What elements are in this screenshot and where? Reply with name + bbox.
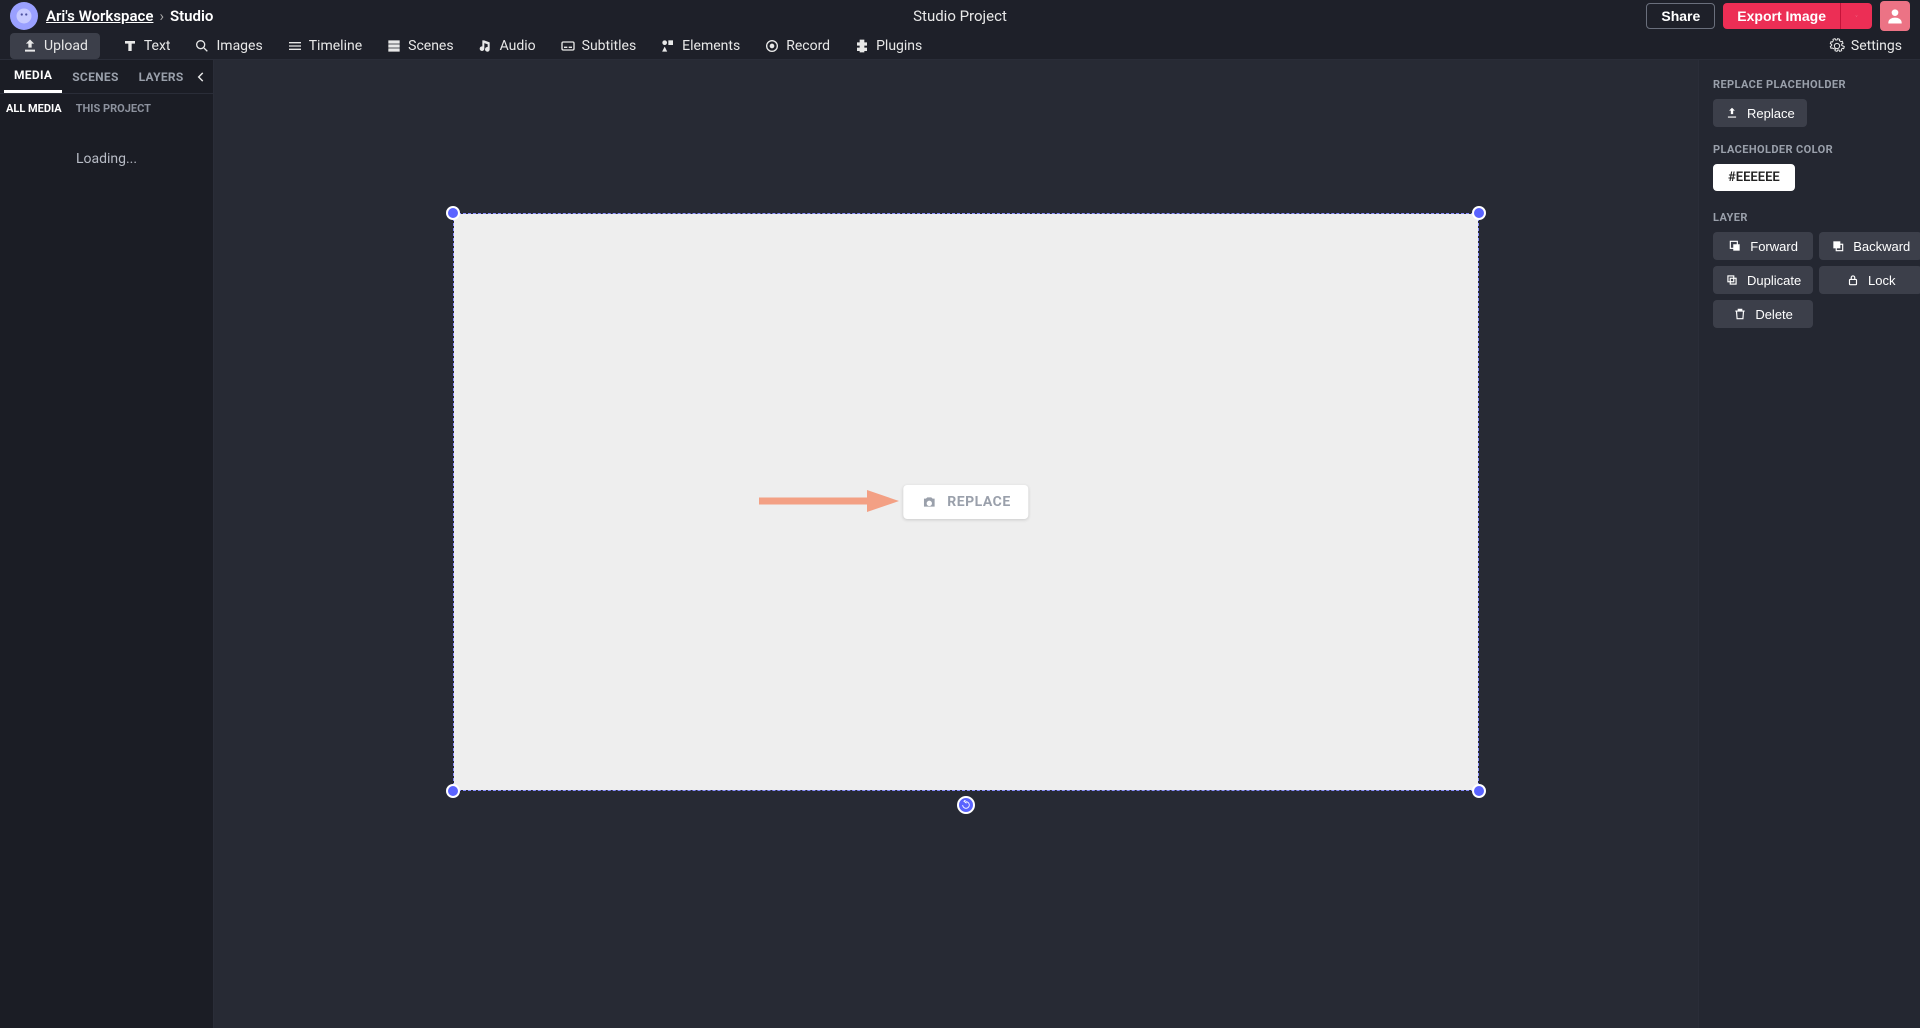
record-label: Record [786,38,830,54]
duplicate-icon [1725,273,1739,287]
audio-label: Audio [500,38,536,54]
bring-forward-icon [1728,239,1742,253]
upload-icon [1725,106,1739,120]
user-icon [1885,6,1905,26]
replace-button[interactable]: Replace [1713,99,1807,127]
tab-layers[interactable]: LAYERS [129,60,194,93]
layer-delete-button[interactable]: Delete [1713,300,1813,328]
rotate-handle[interactable] [957,796,975,814]
color-value-chip[interactable]: #EEEEEE [1713,164,1795,191]
settings-button[interactable]: Settings [1821,32,1910,59]
timeline-tool[interactable]: Timeline [275,32,374,59]
main-toolbar: Upload Text Images Timeline Scenes Audio… [0,32,1920,60]
canvas-area[interactable]: REPLACE [214,60,1698,1028]
resize-handle-tr[interactable] [1472,206,1486,220]
record-tool[interactable]: Record [752,32,842,59]
app-header: Ari's Workspace › Studio Studio Project … [0,0,1920,32]
section-layer: LAYER [1713,211,1906,224]
subtitles-tool[interactable]: Subtitles [548,32,649,59]
elements-icon [660,38,676,54]
search-icon [194,38,210,54]
upload-icon [22,38,38,54]
resize-handle-tl[interactable] [446,206,460,220]
tab-scenes[interactable]: SCENES [62,60,128,93]
plugins-icon [854,38,870,54]
settings-label: Settings [1851,38,1902,54]
gear-icon [1829,38,1845,54]
record-icon [764,38,780,54]
upload-label: Upload [44,38,88,54]
duplicate-label: Duplicate [1747,273,1801,288]
layer-forward-button[interactable]: Forward [1713,232,1813,260]
media-list-body: Loading... [0,119,213,1028]
share-button[interactable]: Share [1646,3,1715,29]
loading-text: Loading... [76,151,137,167]
subtab-all-media[interactable]: ALL MEDIA [6,102,62,115]
timeline-label: Timeline [309,38,362,54]
images-label: Images [216,38,262,54]
chevron-down-icon [1855,8,1858,24]
resize-handle-bl[interactable] [446,784,460,798]
text-icon [122,38,138,54]
scenes-icon [386,38,402,54]
workspace-link[interactable]: Ari's Workspace [46,7,153,25]
scenes-tool[interactable]: Scenes [374,32,465,59]
elements-label: Elements [682,38,740,54]
upload-button[interactable]: Upload [10,33,100,59]
workspace-avatar[interactable] [10,2,38,30]
delete-label: Delete [1755,307,1793,322]
section-replace-placeholder: REPLACE PLACEHOLDER [1713,78,1906,91]
subtitles-label: Subtitles [582,38,637,54]
section-placeholder-color: PLACEHOLDER COLOR [1713,143,1906,156]
placeholder-element[interactable]: REPLACE [454,214,1478,790]
plugins-label: Plugins [876,38,922,54]
subtab-this-project[interactable]: THIS PROJECT [76,102,151,115]
text-tool[interactable]: Text [110,32,183,59]
rotate-icon [961,800,971,810]
layer-duplicate-button[interactable]: Duplicate [1713,266,1813,294]
layer-backward-button[interactable]: Backward [1819,232,1920,260]
camera-icon [921,494,937,510]
breadcrumb: Ari's Workspace › Studio [46,7,213,25]
replace-chip-label: REPLACE [947,494,1010,510]
forward-label: Forward [1750,239,1798,254]
layer-lock-button[interactable]: Lock [1819,266,1920,294]
replace-chip[interactable]: REPLACE [903,485,1028,519]
tab-media[interactable]: MEDIA [4,60,62,93]
chevron-left-icon [194,70,208,84]
audio-tool[interactable]: Audio [466,32,548,59]
backward-label: Backward [1853,239,1910,254]
lock-icon [1846,273,1860,287]
left-panel: MEDIA SCENES LAYERS ALL MEDIA THIS PROJE… [0,60,214,1028]
export-dropdown-button[interactable] [1840,3,1872,29]
project-title[interactable]: Studio Project [913,7,1007,25]
resize-handle-br[interactable] [1472,784,1486,798]
images-tool[interactable]: Images [182,32,274,59]
elements-tool[interactable]: Elements [648,32,752,59]
audio-icon [478,38,494,54]
timeline-icon [287,38,303,54]
studio-label: Studio [170,7,213,25]
left-panel-tabs: MEDIA SCENES LAYERS [0,60,213,94]
replace-button-label: Replace [1747,106,1795,121]
inspector-panel: REPLACE PLACEHOLDER Replace PLACEHOLDER … [1698,60,1920,1028]
left-panel-subtabs: ALL MEDIA THIS PROJECT [0,94,213,119]
plugins-tool[interactable]: Plugins [842,32,934,59]
user-avatar[interactable] [1880,1,1910,31]
breadcrumb-separator: › [159,7,164,25]
scenes-label: Scenes [408,38,453,54]
lock-label: Lock [1868,273,1895,288]
text-label: Text [144,38,171,54]
send-backward-icon [1831,239,1845,253]
trash-icon [1733,307,1747,321]
subtitles-icon [560,38,576,54]
collapse-panel-button[interactable] [194,68,208,86]
export-button[interactable]: Export Image [1723,3,1840,29]
